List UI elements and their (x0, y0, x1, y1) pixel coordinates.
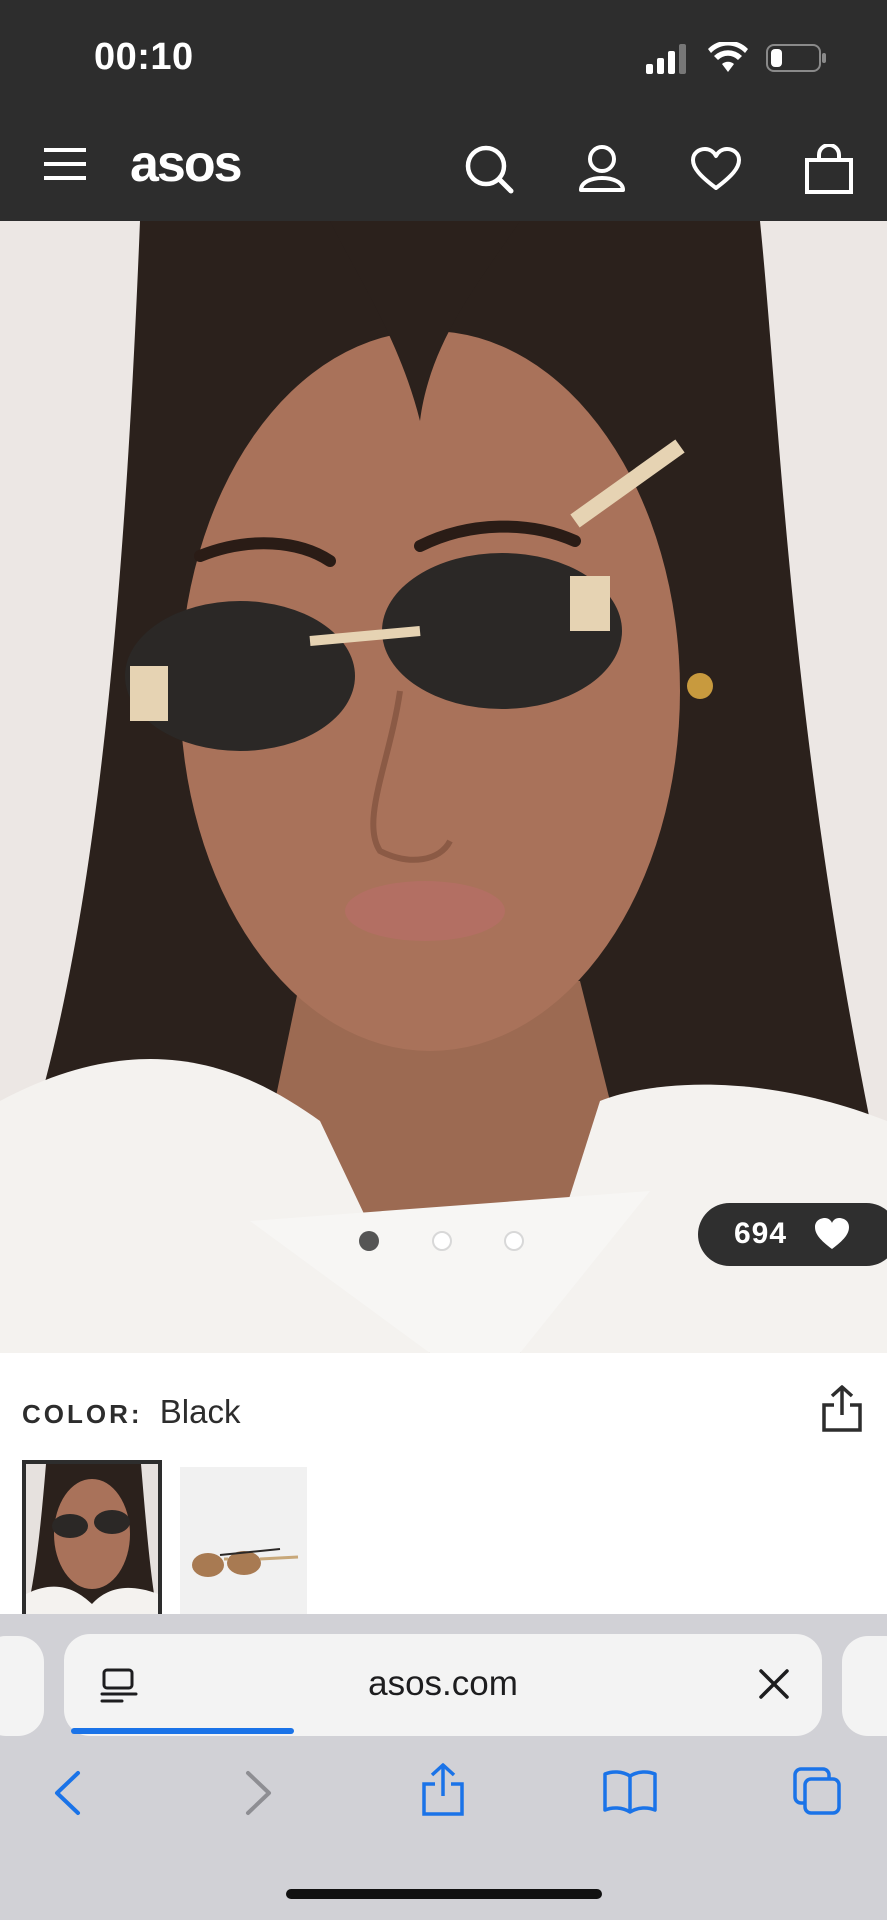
previous-tab-peek[interactable] (0, 1636, 44, 1736)
page-load-progress (71, 1728, 294, 1734)
gallery-dot-3[interactable] (504, 1231, 524, 1251)
product-image[interactable] (0, 221, 887, 1353)
next-tab-peek[interactable] (842, 1636, 887, 1736)
back-icon[interactable] (52, 1770, 82, 1816)
stop-loading-icon[interactable] (758, 1668, 790, 1700)
share-icon[interactable] (820, 1385, 864, 1433)
status-time: 00:10 (94, 36, 194, 78)
color-swatch-black[interactable] (22, 1460, 162, 1620)
likes-count: 694 (734, 1217, 788, 1250)
url-text[interactable]: asos.com (64, 1664, 822, 1704)
saved-items-heart-icon[interactable] (690, 146, 742, 192)
account-icon[interactable] (578, 144, 626, 194)
wifi-icon (708, 42, 748, 72)
asos-logo[interactable]: asos (130, 134, 243, 194)
likes-badge[interactable]: 694 (698, 1203, 887, 1266)
heart-filled-icon (815, 1218, 849, 1249)
color-value: Black (159, 1393, 241, 1430)
home-indicator[interactable] (286, 1889, 602, 1899)
color-swatch-brown[interactable] (180, 1467, 307, 1620)
share-page-icon[interactable] (420, 1762, 466, 1818)
bag-icon[interactable] (804, 144, 854, 194)
bookmarks-icon[interactable] (602, 1768, 658, 1814)
gallery-dot-2[interactable] (432, 1231, 452, 1251)
battery-icon (766, 44, 826, 72)
cellular-signal-icon (646, 44, 686, 74)
search-icon[interactable] (464, 144, 514, 194)
tabs-icon[interactable] (792, 1766, 842, 1816)
color-label: COLOR: (22, 1399, 143, 1429)
gallery-dot-1[interactable] (359, 1231, 379, 1251)
forward-icon[interactable] (244, 1770, 274, 1816)
color-selector: COLOR: Black (22, 1393, 240, 1431)
address-bar[interactable]: asos.com (64, 1634, 822, 1736)
menu-icon[interactable] (44, 148, 86, 180)
